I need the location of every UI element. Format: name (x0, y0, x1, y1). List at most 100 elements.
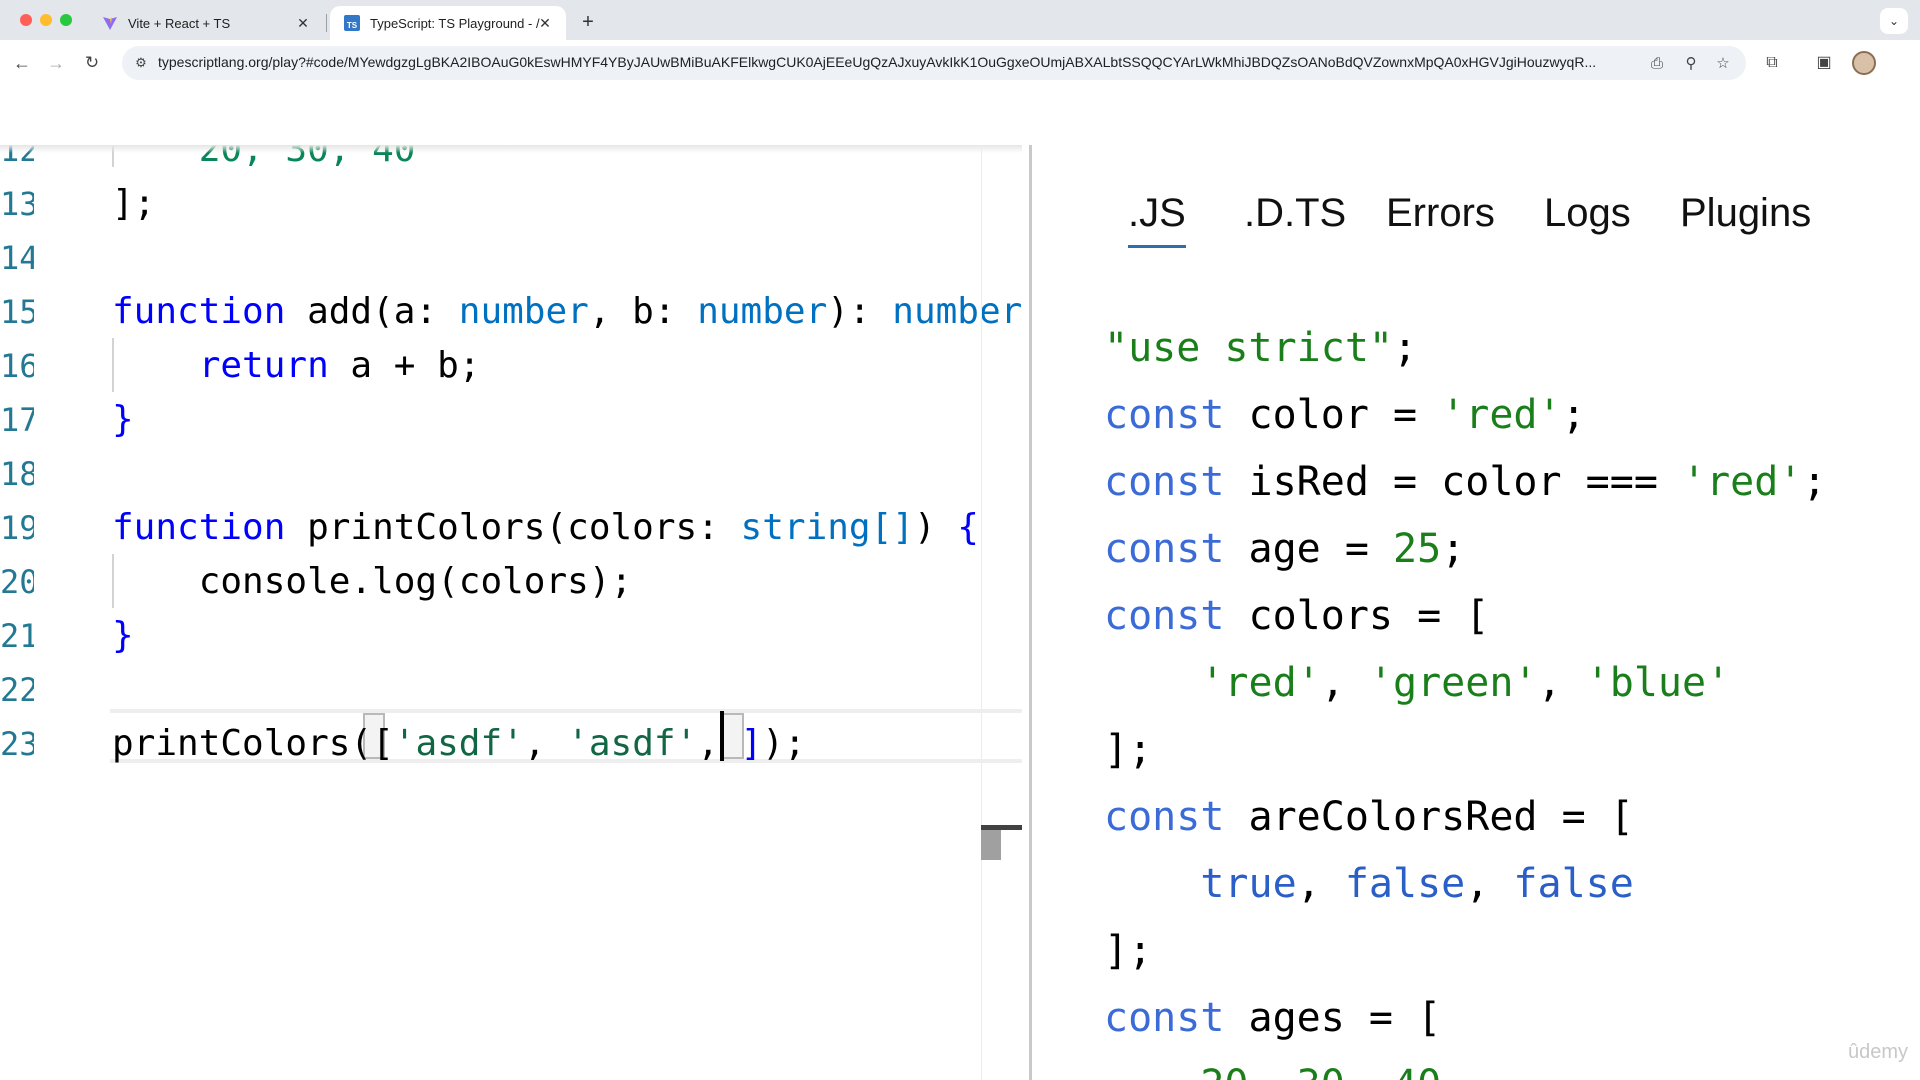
typescript-logo-icon: TS (344, 15, 360, 31)
js-token: ; (1561, 392, 1586, 438)
js-output-line: const colors = [ (1104, 583, 1489, 650)
url-text[interactable]: typescriptlang.org/play?#code/MYewdgzgLg… (158, 54, 1638, 70)
code-token: } (112, 615, 134, 656)
line-number: 23 (0, 725, 34, 763)
code-token: printColors([ (112, 723, 394, 764)
close-tab-icon[interactable]: ✕ (536, 14, 554, 32)
code-token: number (892, 291, 1022, 332)
js-token: false (1344, 861, 1466, 907)
code-line[interactable]: printColors(['asdf', 'asdf', ]); (112, 717, 806, 771)
vite-logo-icon (102, 15, 118, 31)
arrow-right-icon[interactable]: → (42, 49, 70, 77)
js-output-line: ]; (1104, 918, 1152, 985)
code-token: number (458, 291, 589, 332)
tab-js[interactable]: .JS (1128, 185, 1186, 248)
close-tab-icon[interactable]: ✕ (294, 14, 312, 32)
address-bar[interactable]: ⚙ typescriptlang.org/play?#code/MYewdgzg… (122, 46, 1746, 80)
puzzle-icon[interactable]: ⧉ (1760, 51, 1784, 75)
code-token: a + b; (328, 345, 481, 386)
tab-search-button[interactable]: ⌄ (1880, 8, 1908, 34)
install-icon[interactable]: ⎙ (1646, 53, 1668, 75)
js-token: 'blue' (1585, 660, 1731, 706)
code-line[interactable]: function add(a: number, b: number): numb… (112, 285, 1022, 339)
js-token (1104, 1062, 1200, 1080)
js-output-line: const color = 'red'; (1104, 382, 1586, 449)
line-number: 22 (0, 671, 34, 709)
code-token: 'asdf' (393, 723, 524, 764)
code-editor[interactable]: 12 20, 30, 40 13]; 14 15 function add(a: num… (0, 145, 1022, 1080)
minimize-window-button[interactable] (40, 14, 52, 26)
code-token: ]; (112, 183, 156, 224)
code-line[interactable]: function printColors(colors: string[]) { (112, 501, 979, 555)
code-token: { (957, 507, 979, 548)
reload-icon[interactable]: ↻ (78, 49, 106, 77)
code-token: function (112, 291, 286, 332)
js-token: ; (1392, 325, 1418, 371)
code-line[interactable]: } (112, 609, 134, 663)
line-number: 14 (0, 239, 34, 277)
browser-tab-ts-playground[interactable]: TS TypeScript: TS Playground - / ✕ (330, 6, 566, 40)
code-line[interactable]: return a + b; (112, 339, 481, 393)
tab-errors[interactable]: Errors (1386, 185, 1495, 241)
js-output-line: const isRed = color === 'red'; (1104, 449, 1827, 516)
code-line[interactable]: ]; (112, 177, 155, 231)
editor-top-shadow (0, 145, 1022, 153)
tab-dts[interactable]: .D.TS (1244, 185, 1346, 241)
js-output-line: 20, 30, 40 (1104, 1052, 1441, 1080)
js-token: 25 (1393, 526, 1442, 572)
line-number: 16 (0, 347, 34, 385)
code-token: ] (740, 723, 763, 764)
code-line[interactable]: } (112, 393, 134, 447)
js-output-line: "use strict"; (1104, 315, 1417, 382)
js-token: color = (1224, 392, 1442, 438)
code-token: ): (827, 291, 893, 332)
code-token: number (697, 291, 828, 332)
arrow-left-icon[interactable]: ← (8, 49, 36, 77)
js-token (1104, 660, 1200, 706)
js-token (1104, 861, 1200, 907)
close-window-button[interactable] (20, 14, 32, 26)
js-output-line: 'red', 'green', 'blue' (1104, 650, 1730, 717)
tab-logs[interactable]: Logs (1544, 185, 1631, 241)
js-token: ; (1441, 526, 1466, 572)
js-token: , (1320, 660, 1369, 706)
js-token: 'red' (1441, 392, 1562, 438)
code-token: add(a: (285, 291, 459, 332)
code-token: ); (762, 723, 806, 764)
code-token: printColors(colors: (285, 507, 741, 548)
sidepanel-icon[interactable]: ▣ (1812, 51, 1836, 75)
maximize-window-button[interactable] (60, 14, 72, 26)
browser-toolbar: ← → ↻ ⚙ typescriptlang.org/play?#code/MY… (0, 40, 1920, 86)
zoom-icon[interactable]: ⚲ (1680, 53, 1702, 75)
browser-tab-vite[interactable]: Vite + React + TS ✕ (88, 6, 324, 40)
js-token: false (1513, 861, 1634, 907)
code-token: function (112, 507, 286, 548)
js-token: const (1104, 459, 1225, 505)
new-tab-button[interactable]: + (574, 8, 602, 36)
js-token: 'red' (1200, 660, 1321, 706)
tab-title: Vite + React + TS (128, 15, 231, 31)
js-output-line: const areColorsRed = [ (1104, 784, 1634, 851)
js-token: const (1104, 593, 1225, 639)
code-token: , (523, 723, 568, 764)
avatar[interactable] (1852, 51, 1876, 75)
js-token: ]; (1104, 928, 1153, 974)
code-line[interactable]: console.log(colors); (112, 555, 632, 609)
line-number: 20 (0, 563, 34, 601)
output-panel: .JS .D.TS Errors Logs Plugins "use stric… (1032, 145, 1920, 1080)
tab-plugins[interactable]: Plugins (1680, 185, 1811, 241)
site-info-icon[interactable]: ⚙ (132, 54, 150, 72)
editor-scrollbar-thumb[interactable] (981, 830, 1001, 860)
tab-strip: Vite + React + TS ✕ TS TypeScript: TS Pl… (0, 0, 1920, 40)
js-token: const (1104, 995, 1225, 1041)
udemy-watermark: ûdemy (1847, 1041, 1908, 1063)
star-icon[interactable]: ☆ (1712, 53, 1734, 75)
js-token: true (1200, 861, 1297, 907)
line-number: 18 (0, 455, 34, 493)
js-token: , (1296, 861, 1345, 907)
code-token: , b: (588, 291, 698, 332)
line-number: 17 (0, 401, 34, 439)
code-token: ) (913, 507, 958, 548)
code-token: 'asdf' (567, 723, 698, 764)
